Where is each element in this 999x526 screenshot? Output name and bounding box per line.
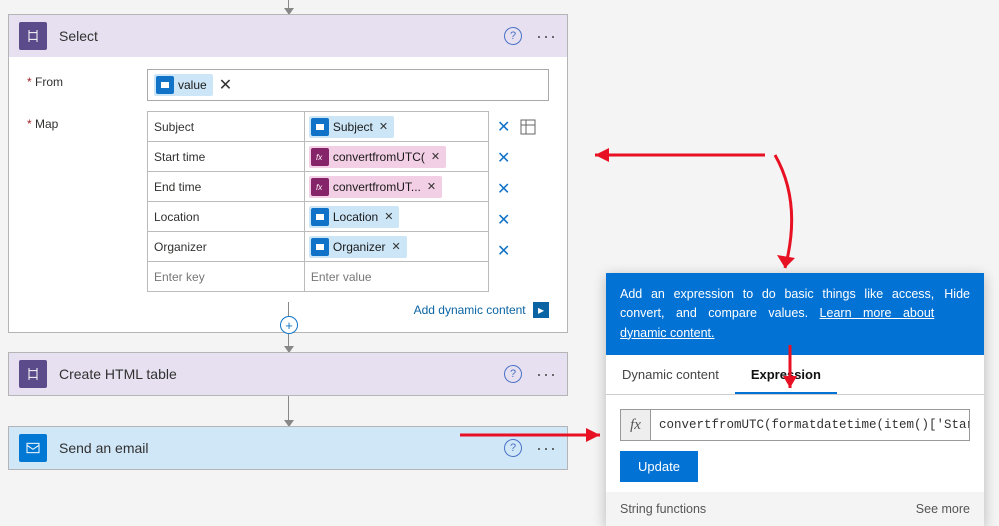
map-table: Subject Subject✕ Start time fxconvertfro… bbox=[147, 111, 489, 292]
string-functions-label: String functions bbox=[620, 502, 706, 516]
outlook-icon bbox=[311, 238, 329, 256]
select-action-icon bbox=[19, 22, 47, 50]
table-row: Start time fxconvertfromUTC(✕ bbox=[148, 142, 489, 172]
fx-icon: fx bbox=[311, 148, 329, 166]
email-header[interactable]: Send an email ? ··· bbox=[9, 427, 567, 469]
email-title: Send an email bbox=[59, 440, 504, 456]
email-card: Send an email ? ··· bbox=[8, 426, 568, 470]
more-menu-icon[interactable]: ··· bbox=[536, 443, 557, 453]
map-key-cell[interactable]: Start time bbox=[148, 142, 305, 172]
html-table-card: Create HTML table ? ··· bbox=[8, 352, 568, 396]
token-remove-icon[interactable]: ✕ bbox=[431, 150, 440, 163]
switch-mode-icon[interactable] bbox=[520, 119, 536, 135]
select-card: Select ? ··· From value ✕ Map bbox=[8, 14, 568, 333]
map-key-cell[interactable]: Organizer bbox=[148, 232, 305, 262]
from-value-token[interactable]: value bbox=[154, 74, 213, 96]
hide-panel-link[interactable]: Hide bbox=[944, 285, 970, 343]
map-token: fxconvertfromUTC(✕ bbox=[309, 146, 446, 168]
row-delete-icon[interactable]: ✕ bbox=[497, 117, 510, 137]
connector-top bbox=[288, 0, 289, 14]
map-val-cell[interactable]: Organizer✕ bbox=[304, 232, 488, 262]
map-val-placeholder[interactable]: Enter value bbox=[304, 262, 488, 292]
fx-badge-icon: fx bbox=[621, 410, 651, 440]
annotation-arrow-1 bbox=[575, 135, 775, 175]
token-remove-icon[interactable]: ✕ bbox=[379, 120, 388, 133]
clear-from-icon[interactable]: ✕ bbox=[219, 75, 232, 95]
row-delete-icon[interactable]: ✕ bbox=[497, 179, 510, 199]
from-input[interactable]: value ✕ bbox=[147, 69, 549, 101]
fx-icon: fx bbox=[311, 178, 329, 196]
more-menu-icon[interactable]: ··· bbox=[536, 369, 557, 379]
map-token: Location✕ bbox=[309, 206, 400, 228]
html-table-header[interactable]: Create HTML table ? ··· bbox=[9, 353, 567, 395]
table-row: Organizer Organizer✕ bbox=[148, 232, 489, 262]
help-icon[interactable]: ? bbox=[504, 27, 522, 45]
svg-text:fx: fx bbox=[316, 183, 323, 192]
map-val-cell[interactable]: Location✕ bbox=[304, 202, 488, 232]
help-icon[interactable]: ? bbox=[504, 365, 522, 383]
outlook-action-icon bbox=[19, 434, 47, 462]
map-val-cell[interactable]: Subject✕ bbox=[304, 112, 488, 142]
outlook-icon bbox=[311, 118, 329, 136]
html-action-icon bbox=[19, 360, 47, 388]
select-header[interactable]: Select ? ··· bbox=[9, 15, 567, 57]
token-remove-icon[interactable]: ✕ bbox=[392, 240, 401, 253]
connector-2 bbox=[288, 396, 289, 426]
table-row-empty: Enter key Enter value bbox=[148, 262, 489, 292]
map-key-placeholder[interactable]: Enter key bbox=[148, 262, 305, 292]
map-token: fxconvertfromUT...✕ bbox=[309, 176, 442, 198]
connector-1a bbox=[288, 302, 289, 316]
outlook-icon bbox=[311, 208, 329, 226]
add-step-button[interactable]: + bbox=[280, 316, 298, 334]
help-icon[interactable]: ? bbox=[504, 439, 522, 457]
table-row: Subject Subject✕ bbox=[148, 112, 489, 142]
from-label: From bbox=[27, 75, 63, 89]
connector-1b bbox=[288, 334, 289, 352]
outlook-icon bbox=[156, 76, 174, 94]
tab-dynamic-content[interactable]: Dynamic content bbox=[606, 355, 735, 394]
map-val-cell[interactable]: fxconvertfromUTC(✕ bbox=[304, 142, 488, 172]
token-remove-icon[interactable]: ✕ bbox=[427, 180, 436, 193]
add-dynamic-icon[interactable]: ▸ bbox=[533, 302, 549, 318]
annotation-arrow-2 bbox=[755, 150, 815, 280]
html-title: Create HTML table bbox=[59, 366, 504, 382]
row-delete-icon[interactable]: ✕ bbox=[497, 241, 510, 261]
tab-expression[interactable]: Expression bbox=[735, 355, 837, 394]
map-token: Organizer✕ bbox=[309, 236, 407, 258]
add-dynamic-content-link[interactable]: Add dynamic content bbox=[414, 303, 526, 317]
table-row: End time fxconvertfromUT...✕ bbox=[148, 172, 489, 202]
map-val-cell[interactable]: fxconvertfromUT...✕ bbox=[304, 172, 488, 202]
from-token-text: value bbox=[178, 78, 207, 92]
row-delete-icon[interactable]: ✕ bbox=[497, 148, 510, 168]
see-more-link[interactable]: See more bbox=[916, 502, 970, 516]
update-button[interactable]: Update bbox=[620, 451, 698, 482]
map-key-cell[interactable]: Location bbox=[148, 202, 305, 232]
table-row: Location Location✕ bbox=[148, 202, 489, 232]
expression-panel: Add an expression to do basic things lik… bbox=[606, 273, 984, 526]
select-title: Select bbox=[59, 28, 504, 44]
token-remove-icon[interactable]: ✕ bbox=[384, 210, 393, 223]
expression-input[interactable]: convertfromUTC(formatdatetime(item()['St… bbox=[651, 410, 969, 440]
map-token: Subject✕ bbox=[309, 116, 394, 138]
map-key-cell[interactable]: End time bbox=[148, 172, 305, 202]
map-key-cell[interactable]: Subject bbox=[148, 112, 305, 142]
svg-text:fx: fx bbox=[316, 153, 323, 162]
more-menu-icon[interactable]: ··· bbox=[536, 31, 557, 41]
row-delete-icon[interactable]: ✕ bbox=[497, 210, 510, 230]
map-label: Map bbox=[27, 117, 58, 131]
